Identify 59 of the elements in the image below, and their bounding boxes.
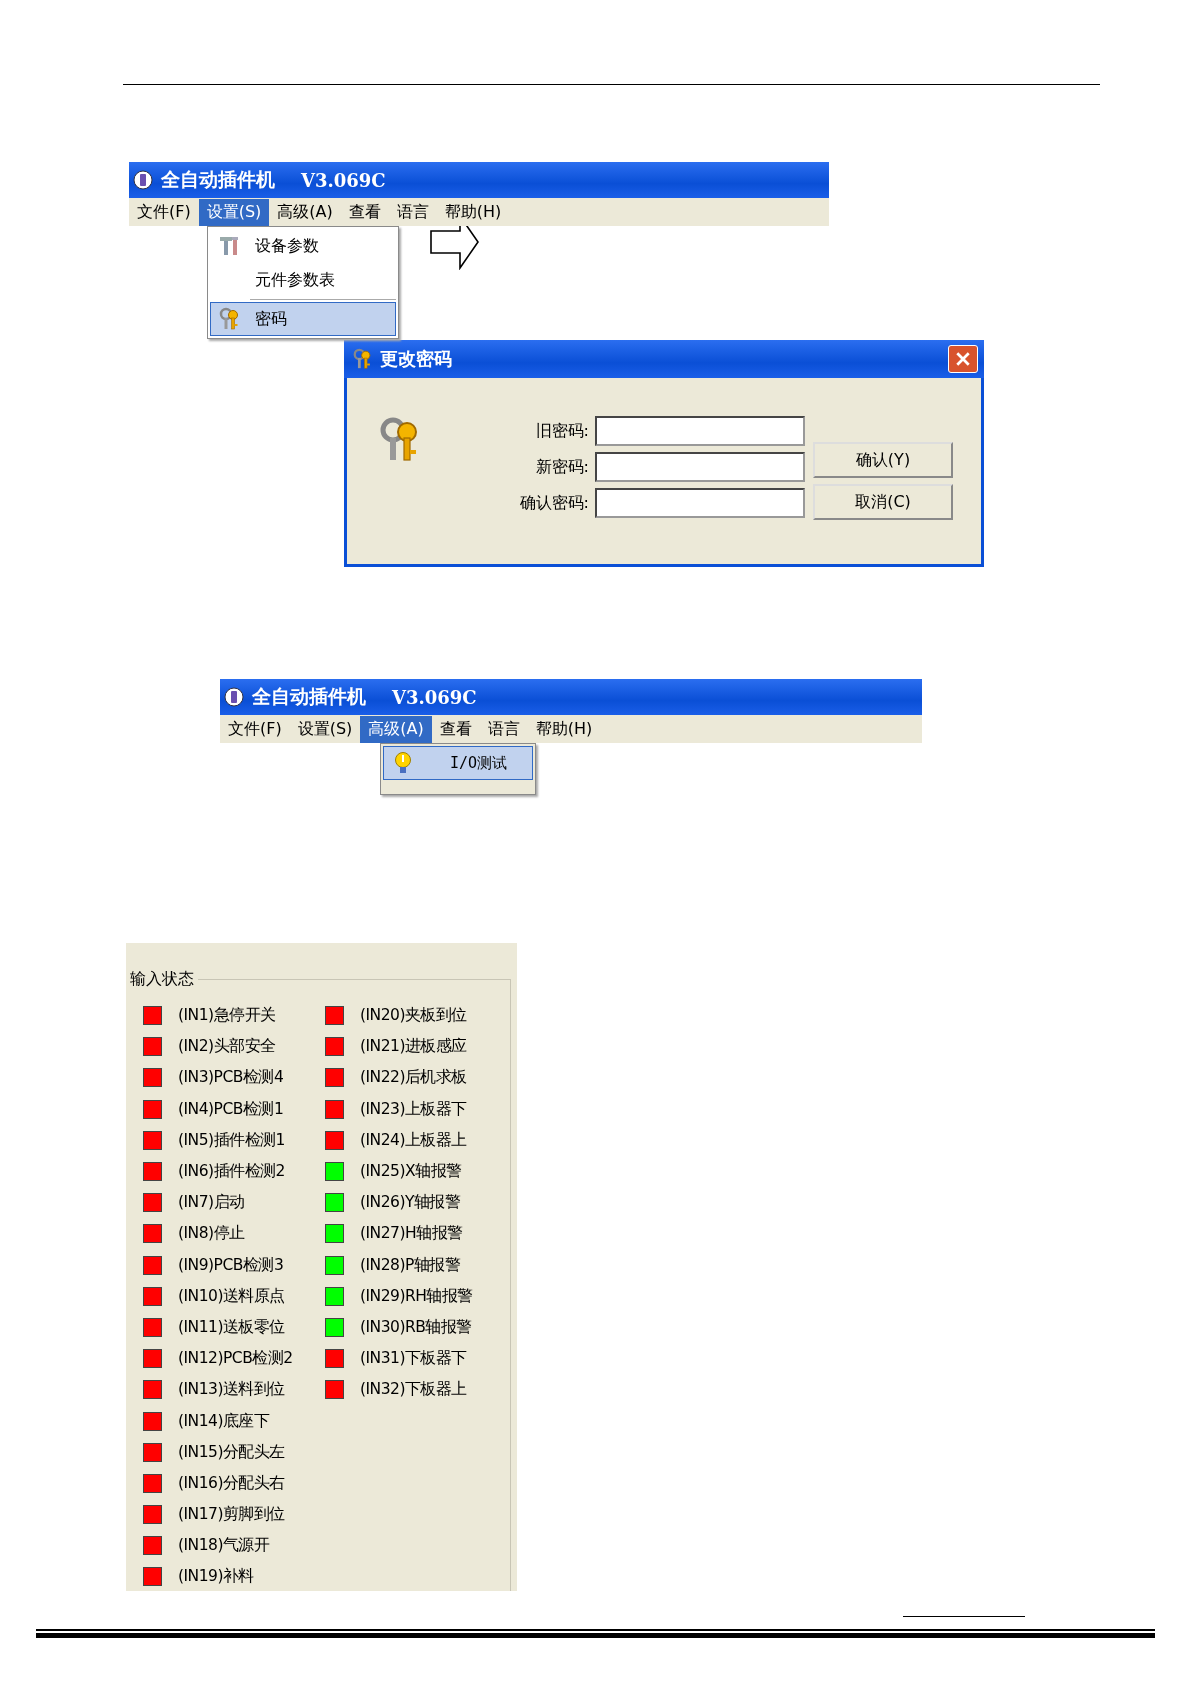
input-label: (IN5)插件检测1: [178, 1129, 285, 1151]
dialog-button[interactable]: 确认(Y): [813, 442, 953, 478]
input-label: (IN16)分配头右: [178, 1472, 285, 1494]
input-label: (IN18)气源开: [178, 1535, 270, 1557]
menu-option[interactable]: 设备参数: [210, 229, 396, 263]
input-label: (IN12)PCB检测2: [178, 1348, 293, 1370]
menu-item[interactable]: 文件(F): [220, 715, 290, 743]
menu-item[interactable]: 高级(A): [360, 715, 432, 743]
input-label: (IN26)Y轴报警: [360, 1192, 461, 1214]
menu-option[interactable]: 密码: [210, 302, 396, 336]
input-label: (IN31)下板器下: [360, 1348, 467, 1370]
input-label: (IN2)头部安全: [178, 1036, 276, 1058]
menu-item[interactable]: 帮助(H): [527, 715, 601, 743]
input-label: (IN13)送料到位: [178, 1379, 285, 1401]
menu-item[interactable]: 设置(S): [289, 715, 361, 743]
input-label: (IN25)X轴报警: [360, 1161, 462, 1183]
menu-item[interactable]: 帮助(H): [436, 198, 510, 226]
window-title: 全自动插件机: [161, 167, 275, 192]
input-label: (IN15)分配头左: [178, 1441, 285, 1463]
menu-item[interactable]: 高级(A): [269, 198, 341, 226]
dialog-button[interactable]: 取消(C): [813, 484, 953, 520]
group-title: 输入状态: [130, 969, 198, 990]
menu-option[interactable]: 元件参数表: [210, 263, 396, 297]
version-label: V3.069C: [392, 686, 477, 708]
input-label: (IN27)H轴报警: [360, 1223, 463, 1245]
input-label: (IN8)停止: [178, 1223, 245, 1245]
input-label: (IN24)上板器上: [360, 1129, 467, 1151]
input-label: (IN7)启动: [178, 1192, 245, 1214]
input-label: (IN3)PCB检测4: [178, 1067, 284, 1089]
input-label: (IN4)PCB检测1: [178, 1098, 284, 1120]
input-label: (IN20)夹板到位: [360, 1005, 467, 1027]
window-title: 全自动插件机: [252, 684, 366, 709]
version-label: V3.069C: [301, 169, 386, 191]
field-label: 旧密码:: [535, 420, 589, 442]
input-label: (IN9)PCB检测3: [178, 1254, 284, 1276]
input-label: (IN1)急停开关: [178, 1005, 276, 1027]
menu-item[interactable]: 文件(F): [129, 198, 199, 226]
field-label: 新密码:: [535, 456, 589, 478]
input-label: (IN14)底座下: [178, 1410, 270, 1432]
menu-item[interactable]: 查看: [340, 198, 389, 226]
input-label: (IN29)RH轴报警: [360, 1285, 473, 1307]
input-label: (IN10)送料原点: [178, 1285, 285, 1307]
menu-item[interactable]: 设置(S): [198, 198, 270, 226]
menu-item[interactable]: 语言: [479, 715, 528, 743]
input-label: (IN21)进板感应: [360, 1036, 467, 1058]
menu-option[interactable]: I/O测试: [383, 746, 533, 780]
input-label: (IN22)后机求板: [360, 1067, 467, 1089]
input-label: (IN19)补料: [178, 1566, 254, 1588]
input-label: (IN32)下板器上: [360, 1379, 467, 1401]
input-label: (IN23)上板器下: [360, 1098, 467, 1120]
menu-item[interactable]: 查看: [431, 715, 480, 743]
dialog-title: 更改密码: [380, 347, 453, 371]
input-label: (IN11)送板零位: [178, 1316, 285, 1338]
field-label: 确认密码:: [519, 492, 589, 514]
input-label: (IN30)RB轴报警: [360, 1316, 472, 1338]
menu-item[interactable]: 语言: [388, 198, 437, 226]
input-label: (IN28)P轴报警: [360, 1254, 461, 1276]
input-label: (IN17)剪脚到位: [178, 1504, 285, 1526]
input-label: (IN6)插件检测2: [178, 1161, 285, 1183]
